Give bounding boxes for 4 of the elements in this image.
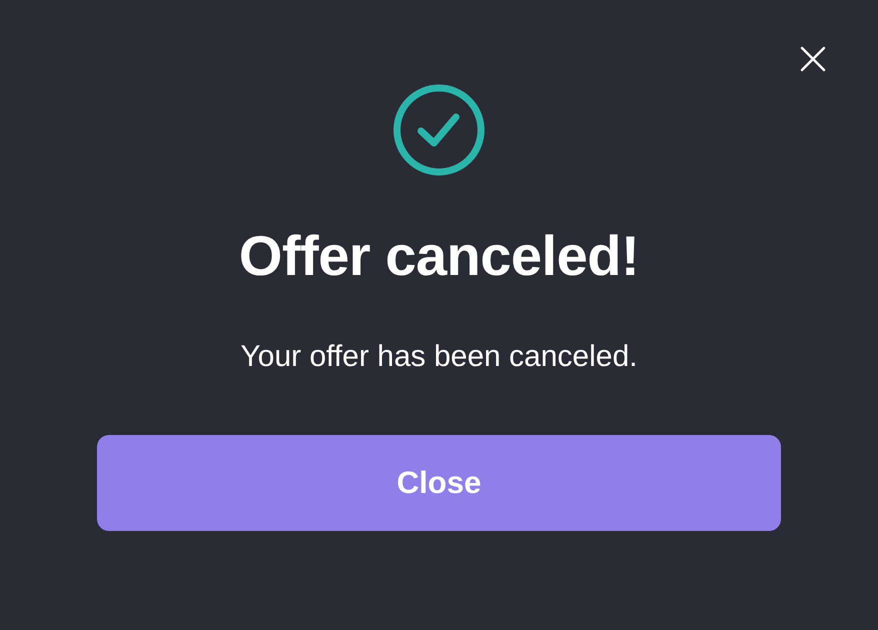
close-button[interactable]: Close — [97, 435, 781, 531]
dialog-message: Your offer has been canceled. — [240, 339, 638, 375]
check-circle-icon — [393, 84, 485, 176]
dialog-title: Offer canceled! — [238, 224, 640, 288]
